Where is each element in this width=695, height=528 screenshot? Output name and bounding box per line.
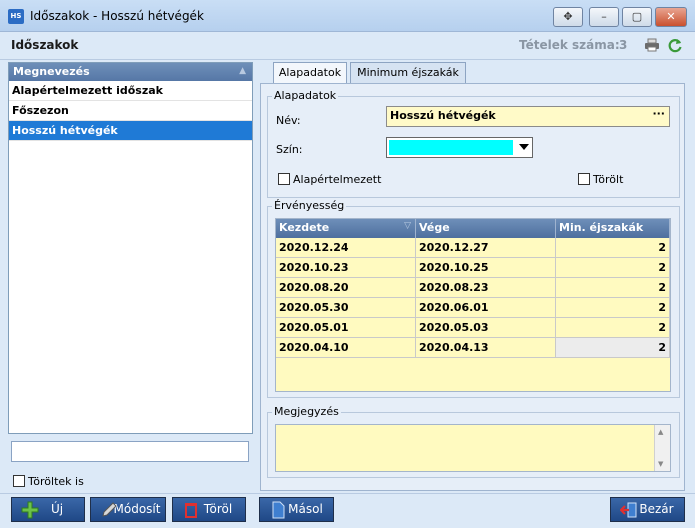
ellipsis-icon[interactable]: ··· bbox=[652, 107, 665, 120]
scroll-up-icon[interactable]: ▲ bbox=[658, 428, 663, 436]
edit-button[interactable]: Módosít bbox=[90, 497, 166, 522]
window-title: Időszakok - Hosszú hétvégék bbox=[30, 9, 204, 23]
checkbox-box[interactable] bbox=[578, 173, 590, 185]
exit-door-icon bbox=[620, 502, 637, 518]
group-label: Érvényesség bbox=[272, 199, 347, 212]
trash-icon bbox=[185, 503, 197, 518]
name-label: Név: bbox=[276, 114, 301, 127]
table-cell-focused[interactable]: 2 bbox=[556, 338, 670, 358]
sort-ascending-icon: ▲ bbox=[239, 66, 246, 76]
refresh-button[interactable] bbox=[667, 37, 683, 53]
list-item[interactable]: Alapértelmezett időszak bbox=[9, 81, 252, 101]
list-filter-input[interactable] bbox=[11, 441, 249, 462]
group-label: Alapadatok bbox=[272, 89, 339, 102]
tab-minimum-nights[interactable]: Minimum éjszakák bbox=[350, 62, 466, 84]
list-item-selected[interactable]: Hosszú hétvégék bbox=[9, 121, 252, 141]
sort-icon: ▽ bbox=[404, 221, 411, 231]
plus-icon bbox=[21, 501, 39, 519]
table-cell[interactable]: 2 bbox=[556, 298, 670, 318]
maximize-button[interactable]: ▢ bbox=[622, 7, 652, 27]
refresh-icon bbox=[668, 39, 682, 53]
close-button[interactable]: Bezár bbox=[610, 497, 685, 522]
table-cell[interactable]: 2020.12.24 bbox=[276, 238, 416, 258]
table-cell[interactable]: 2020.10.23 bbox=[276, 258, 416, 278]
copy-button[interactable]: Másol bbox=[259, 497, 334, 522]
list-item-label: Főszezon bbox=[12, 104, 69, 117]
table-cell[interactable]: 2020.05.30 bbox=[276, 298, 416, 318]
column-header-label: Vége bbox=[419, 221, 450, 234]
show-deleted-checkbox[interactable]: Töröltek is bbox=[13, 475, 84, 488]
color-swatch bbox=[389, 140, 513, 155]
period-list[interactable]: Megnevezés ▲ Alapértelmezett időszak Fős… bbox=[8, 62, 253, 434]
checkbox-box[interactable] bbox=[278, 173, 290, 185]
list-column-header[interactable]: Megnevezés ▲ bbox=[9, 63, 252, 81]
app-icon: HS bbox=[8, 9, 24, 24]
table-cell[interactable]: 2 bbox=[556, 318, 670, 338]
column-header-label: Kezdete bbox=[279, 221, 330, 234]
minimize-button[interactable]: – bbox=[589, 7, 619, 27]
tab-panel: Alapadatok Név: Hosszú hétvégék ··· Szín… bbox=[260, 83, 685, 491]
table-cell[interactable]: 2 bbox=[556, 258, 670, 278]
color-label: Szín: bbox=[276, 143, 303, 156]
note-scrollbar[interactable]: ▲ ▼ bbox=[654, 425, 670, 471]
close-window-button[interactable]: ✕ bbox=[655, 7, 687, 27]
table-cell[interactable]: 2020.05.03 bbox=[416, 318, 556, 338]
validity-table[interactable]: Kezdete ▽ Vége Min. éjszakák 2020.12.24 … bbox=[275, 218, 671, 392]
checkbox-box[interactable] bbox=[13, 475, 25, 487]
close-icon: ✕ bbox=[666, 10, 676, 23]
pencil-icon bbox=[102, 502, 117, 517]
default-checkbox[interactable]: Alapértelmezett bbox=[278, 173, 381, 186]
column-header-label: Min. éjszakák bbox=[559, 221, 644, 234]
tab-basic-data[interactable]: Alapadatok bbox=[273, 62, 347, 85]
maximize-icon: ▢ bbox=[631, 10, 643, 23]
show-deleted-label: Töröltek is bbox=[28, 475, 84, 488]
list-column-header-label: Megnevezés bbox=[13, 65, 90, 78]
column-header-end[interactable]: Vége bbox=[416, 219, 556, 238]
document-icon bbox=[272, 501, 285, 519]
default-label: Alapértelmezett bbox=[293, 173, 382, 186]
deleted-checkbox[interactable]: Törölt bbox=[578, 173, 623, 186]
color-select[interactable] bbox=[386, 137, 533, 158]
move-icon: ✥ bbox=[563, 10, 573, 23]
new-button[interactable]: Új bbox=[11, 497, 85, 522]
table-cell[interactable]: 2020.04.13 bbox=[416, 338, 556, 358]
table-cell[interactable]: 2020.04.10 bbox=[276, 338, 416, 358]
table-cell[interactable]: 2020.10.25 bbox=[416, 258, 556, 278]
basic-data-group: Alapadatok Név: Hosszú hétvégék ··· Szín… bbox=[267, 89, 680, 198]
column-header-start[interactable]: Kezdete ▽ bbox=[276, 219, 416, 238]
list-item-label: Alapértelmezett időszak bbox=[12, 84, 163, 97]
column-header-min-nights[interactable]: Min. éjszakák bbox=[556, 219, 670, 238]
page-title: Időszakok bbox=[11, 38, 79, 52]
name-value: Hosszú hétvégék bbox=[390, 109, 496, 122]
table-cell[interactable]: 2020.12.27 bbox=[416, 238, 556, 258]
scroll-down-icon[interactable]: ▼ bbox=[658, 460, 663, 468]
list-item[interactable]: Főszezon bbox=[9, 101, 252, 121]
table-cell[interactable]: 2020.05.01 bbox=[276, 318, 416, 338]
deleted-label: Törölt bbox=[593, 173, 624, 186]
tab-label: Minimum éjszakák bbox=[357, 66, 459, 79]
table-cell[interactable]: 2020.08.23 bbox=[416, 278, 556, 298]
note-textarea[interactable]: ▲ ▼ bbox=[275, 424, 671, 472]
print-button[interactable] bbox=[644, 38, 660, 52]
list-item-label: Hosszú hétvégék bbox=[12, 124, 118, 137]
printer-icon bbox=[645, 38, 659, 52]
delete-button[interactable]: Töröl bbox=[172, 497, 246, 522]
page-header: Időszakok Tételek száma: 3 bbox=[0, 32, 695, 60]
move-window-button[interactable]: ✥ bbox=[553, 7, 583, 27]
group-label: Megjegyzés bbox=[272, 405, 341, 418]
table-cell[interactable]: 2020.06.01 bbox=[416, 298, 556, 318]
tab-label: Alapadatok bbox=[278, 66, 342, 79]
item-count-label: Tételek száma: bbox=[519, 38, 620, 52]
title-bar[interactable]: HS Időszakok - Hosszú hétvégék ✥ – ▢ ✕ bbox=[0, 0, 695, 32]
chevron-down-icon bbox=[519, 144, 529, 150]
table-cell[interactable]: 2 bbox=[556, 238, 670, 258]
item-count-value: 3 bbox=[619, 38, 628, 52]
table-cell[interactable]: 2 bbox=[556, 278, 670, 298]
table-cell[interactable]: 2020.08.20 bbox=[276, 278, 416, 298]
name-field[interactable]: Hosszú hétvégék ··· bbox=[386, 106, 670, 127]
minimize-icon: – bbox=[601, 10, 607, 23]
